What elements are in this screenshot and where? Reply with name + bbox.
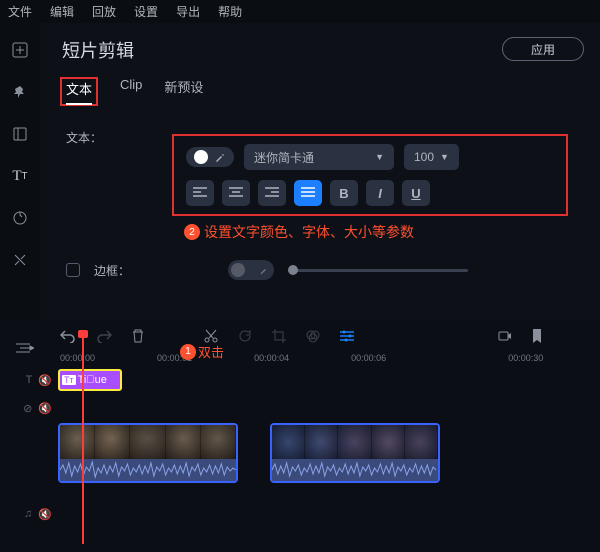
video-clip-2[interactable] [270, 423, 440, 483]
clip-waveform [60, 459, 236, 481]
annotation-1: 1 双击 [180, 342, 224, 361]
music-icon[interactable]: ♫ [24, 508, 32, 521]
clip-thumbnails [60, 425, 236, 459]
italic-button[interactable]: I [366, 180, 394, 206]
border-checkbox[interactable] [66, 263, 80, 277]
clip-waveform [272, 459, 438, 481]
text-label: 文本： [66, 129, 102, 146]
cut-button[interactable] [204, 329, 218, 343]
tabs: 文本 Clip 新预设 [62, 77, 578, 106]
properties-panel: 短片剪辑 应用 文本 Clip 新预设 文本： 迷你简卡通 ▼ 100 ▼ [40, 23, 600, 319]
font-select[interactable]: 迷你简卡通 ▼ [244, 144, 394, 170]
menu-edit[interactable]: 编辑 [50, 3, 74, 20]
eyedropper-icon [259, 265, 269, 275]
audio-track: ♫ 🔇 [4, 501, 600, 527]
time-mark: 00:00:00 [60, 353, 95, 363]
eyedropper-icon [214, 151, 226, 163]
time-icon[interactable] [11, 209, 29, 227]
underline-button[interactable]: U [402, 180, 430, 206]
time-mark: 00:00:06 [351, 353, 386, 363]
mute-icon[interactable]: 🔇 [38, 508, 52, 521]
apply-button[interactable]: 应用 [502, 37, 584, 61]
menu-settings[interactable]: 设置 [134, 3, 158, 20]
menu-export[interactable]: 导出 [176, 3, 200, 20]
tab-preset[interactable]: 新预设 [164, 77, 203, 106]
annotation-badge-2: 2 [184, 224, 200, 240]
menu-playback[interactable]: 回放 [92, 3, 116, 20]
marker-button[interactable] [532, 329, 544, 343]
delete-button[interactable] [132, 329, 144, 343]
border-label: 边框： [94, 262, 130, 279]
menu-help[interactable]: 帮助 [218, 3, 242, 20]
size-select[interactable]: 100 ▼ [404, 144, 459, 170]
title-clip-icon: Tᴛ [62, 375, 76, 385]
size-value: 100 [414, 150, 434, 164]
mute-icon[interactable]: 🔇 [38, 374, 52, 387]
menu-bar: 文件 编辑 回放 设置 导出 帮助 [0, 0, 600, 23]
record-button[interactable] [498, 329, 512, 343]
timeline: 00:00:00 00:00:02 00:00:04 00:00:06 00:0… [0, 319, 600, 552]
chevron-down-icon: ▼ [375, 152, 384, 162]
video-track-header: ⊘ 🔇 [4, 399, 600, 417]
tab-clip[interactable]: Clip [120, 77, 142, 106]
annotation-text-1: 双击 [198, 342, 224, 361]
border-color-toggle[interactable] [228, 260, 274, 280]
add-track-button[interactable] [16, 342, 34, 354]
text-settings-highlight: 迷你简卡通 ▼ 100 ▼ B I U [172, 134, 568, 216]
text-icon[interactable]: TT [11, 167, 29, 185]
tab-text[interactable]: 文本 [66, 82, 92, 105]
time-mark: 00:00:30 [508, 353, 543, 363]
timeline-toolbar [0, 319, 600, 349]
color-toggle[interactable] [186, 147, 234, 167]
video-track [58, 423, 600, 483]
tools-icon[interactable] [11, 251, 29, 269]
tab-highlight: 文本 [60, 77, 98, 106]
align-center-button[interactable] [222, 180, 250, 206]
playhead[interactable] [82, 334, 84, 544]
panel-icon[interactable] [11, 125, 29, 143]
add-icon[interactable] [11, 41, 29, 59]
clip-thumbnails [272, 425, 438, 459]
link-icon[interactable]: ⊘ [23, 402, 32, 415]
panel-title: 短片剪辑 [62, 37, 578, 63]
align-justify-button[interactable] [294, 180, 322, 206]
annotation-2: 2 设置文字颜色、字体、大小等参数 [184, 222, 578, 242]
color-adjust-button[interactable] [306, 329, 320, 343]
chevron-down-icon: ▼ [440, 152, 449, 162]
filters-button[interactable] [340, 330, 354, 342]
title-track: T 🔇 Tᴛ Ti ue [4, 367, 600, 393]
redo-button[interactable] [96, 329, 112, 343]
title-clip[interactable]: Tᴛ Ti ue [58, 369, 122, 391]
time-mark: 00:00:04 [254, 353, 289, 363]
annotation-text-2: 设置文字颜色、字体、大小等参数 [204, 222, 414, 242]
align-right-button[interactable] [258, 180, 286, 206]
undo-button[interactable] [60, 329, 76, 343]
mute-icon[interactable]: 🔇 [38, 402, 52, 415]
left-toolbar: TT [0, 23, 40, 319]
font-value: 迷你简卡通 [254, 149, 314, 166]
rotate-button[interactable] [238, 329, 252, 343]
align-left-button[interactable] [186, 180, 214, 206]
text-track-icon[interactable]: T [26, 374, 33, 387]
annotation-badge-1: 1 [180, 344, 196, 360]
menu-file[interactable]: 文件 [8, 3, 32, 20]
video-clip-1[interactable] [58, 423, 238, 483]
time-ruler[interactable]: 00:00:00 00:00:02 00:00:04 00:00:06 00:0… [0, 349, 600, 367]
crop-button[interactable] [272, 329, 286, 343]
color-swatch [194, 150, 208, 164]
border-width-slider[interactable] [288, 269, 468, 272]
bold-button[interactable]: B [330, 180, 358, 206]
pin-icon[interactable] [11, 83, 29, 101]
